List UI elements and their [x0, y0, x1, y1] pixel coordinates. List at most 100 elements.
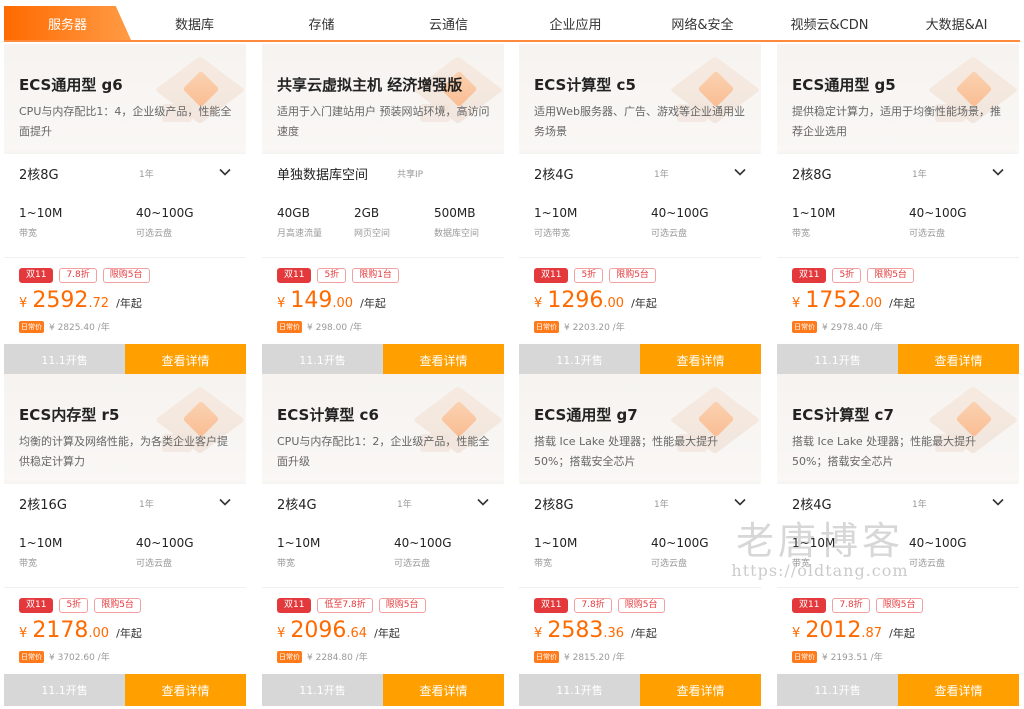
config-selector[interactable]: 2核8G 1年	[519, 484, 761, 522]
spec-list: 1~10M 可选带宽 40~100G 可选云盘	[519, 192, 761, 258]
sale-start-button[interactable]: 11.1开售	[519, 344, 640, 376]
product-description: 搭载 Ice Lake 处理器；性能最大提升50%；搭载安全芯片	[534, 435, 719, 468]
product-description: 提供稳定计算力，适用于均衡性能场景，推荐企业选用	[792, 105, 1001, 138]
price-unit: /年起	[374, 627, 400, 640]
product-description: 适用Web服务器、广告、游戏等企业通用业务场景	[534, 105, 745, 138]
view-details-button[interactable]: 查看详情	[898, 344, 1019, 376]
product-description: 搭载 Ice Lake 处理器；性能最大提升50%；搭载安全芯片	[792, 435, 977, 468]
original-price: 日常价 ¥ 2193.51 /年	[792, 650, 883, 663]
chevron-down-icon[interactable]	[218, 495, 232, 509]
price-decimal: .87	[861, 626, 883, 641]
config-selector[interactable]: 2核4G 1年	[777, 484, 1019, 522]
tab-0[interactable]: 服务器	[4, 6, 131, 40]
product-card: ECS计算型 c7 搭载 Ice Lake 处理器；性能最大提升50%；搭载安全…	[777, 374, 1019, 706]
sale-start-button[interactable]: 11.1开售	[4, 674, 125, 706]
original-price-tag: 日常价	[277, 320, 302, 333]
sale-start-button[interactable]: 11.1开售	[262, 674, 383, 706]
config-period: 1年	[139, 499, 154, 510]
chevron-down-icon[interactable]	[991, 495, 1005, 509]
spec-list: 1~10M 带宽 40~100G 可选云盘	[262, 522, 504, 588]
spec-item: 40GB 月高速流量	[277, 206, 322, 239]
chevron-down-icon[interactable]	[218, 165, 232, 179]
category-tabs: 服务器 数据库 存储 云通信 企业应用 网络&安全 视频云&CDN 大数据&AI	[4, 6, 1020, 42]
chevron-down-icon[interactable]	[991, 165, 1005, 179]
original-price: 日常价 ¥ 298.00 /年	[277, 320, 362, 333]
spec-label: 可选云盘	[651, 229, 688, 239]
promo-badge: 7.8折	[574, 598, 612, 613]
view-details-button[interactable]: 查看详情	[640, 674, 761, 706]
promo-badge: 5折	[59, 598, 89, 613]
spec-value: 1~10M	[792, 536, 836, 550]
price-decimal: .72	[88, 296, 110, 311]
view-details-button[interactable]: 查看详情	[125, 344, 246, 376]
promo-badge: 双11	[534, 268, 569, 283]
spec-item: 500MB 数据库空间	[434, 206, 479, 239]
spec-item: 40~100G 可选云盘	[651, 206, 709, 239]
view-details-button[interactable]: 查看详情	[125, 674, 246, 706]
config-selector[interactable]: 2核4G 1年	[519, 154, 761, 192]
tab-5[interactable]: 网络&安全	[639, 6, 766, 40]
promo-badge: 限购1台	[352, 268, 399, 283]
view-details-button[interactable]: 查看详情	[898, 674, 1019, 706]
chevron-down-icon[interactable]	[476, 495, 490, 509]
original-price-tag: 日常价	[19, 650, 44, 663]
spec-list: 40GB 月高速流量 2GB 网页空间 500MB 数据库空间	[262, 192, 504, 258]
spec-item: 1~10M 带宽	[19, 206, 62, 239]
sale-start-button[interactable]: 11.1开售	[777, 674, 898, 706]
promo-badge: 双11	[19, 268, 54, 283]
chevron-down-icon[interactable]	[733, 165, 747, 179]
spec-list: 1~10M 带宽 40~100G 可选云盘	[777, 522, 1019, 588]
view-details-button[interactable]: 查看详情	[383, 344, 504, 376]
view-details-button[interactable]: 查看详情	[383, 674, 504, 706]
promo-badge: 双11	[19, 598, 54, 613]
spec-label: 带宽	[19, 559, 38, 569]
badge-row: 双11 5折 限购5台	[19, 598, 141, 613]
original-price-tag: 日常价	[534, 650, 559, 663]
tab-3[interactable]: 云通信	[385, 6, 512, 40]
config-value: 2核4G	[277, 497, 317, 513]
promo-badge: 低至7.8折	[317, 598, 373, 613]
spec-label: 带宽	[19, 229, 38, 239]
config-selector[interactable]: 2核16G 1年	[4, 484, 246, 522]
original-price-value: ¥ 2193.51 /年	[822, 653, 883, 663]
sale-start-button[interactable]: 11.1开售	[519, 674, 640, 706]
price-area: 双11 5折 限购5台 ¥ 2178.00 /年起 日常价 ¥ 3702.60 /年	[4, 588, 246, 672]
badge-row: 双11 低至7.8折 限购5台	[277, 598, 426, 613]
original-price: 日常价 ¥ 2203.20 /年	[534, 320, 625, 333]
tab-1[interactable]: 数据库	[131, 6, 258, 40]
spec-label: 可选云盘	[394, 559, 431, 569]
sale-start-button[interactable]: 11.1开售	[4, 344, 125, 376]
promo-badge: 双11	[792, 268, 827, 283]
tab-4[interactable]: 企业应用	[512, 6, 639, 40]
chevron-down-icon[interactable]	[733, 495, 747, 509]
spec-value: 40~100G	[909, 206, 967, 220]
original-price-tag: 日常价	[19, 320, 44, 333]
price-integer: 2592	[32, 288, 89, 313]
product-title: ECS计算型 c6	[277, 406, 379, 424]
product-title: ECS通用型 g7	[534, 406, 638, 424]
sale-start-button[interactable]: 11.1开售	[777, 344, 898, 376]
sale-start-button[interactable]: 11.1开售	[262, 344, 383, 376]
view-details-button[interactable]: 查看详情	[640, 344, 761, 376]
config-period: 1年	[654, 499, 669, 510]
config-selector[interactable]: 2核4G 1年	[262, 484, 504, 522]
currency-symbol: ¥	[277, 296, 286, 311]
tab-2[interactable]: 存储	[258, 6, 385, 40]
product-description: CPU与内存配比1：4，企业级产品，性能全面提升	[19, 105, 232, 138]
config-selector[interactable]: 2核8G 1年	[777, 154, 1019, 192]
promo-badge: 7.8折	[59, 268, 97, 283]
promo-badge: 5折	[574, 268, 604, 283]
price-decimal: .00	[332, 296, 354, 311]
original-price: 日常价 ¥ 2284.80 /年	[277, 650, 368, 663]
price-area: 双11 7.8折 限购5台 ¥ 2592.72 /年起 日常价 ¥ 2825.40 …	[4, 258, 246, 342]
spec-label: 可选带宽	[534, 229, 571, 239]
product-card: ECS通用型 g5 提供稳定计算力，适用于均衡性能场景，推荐企业选用 2核8G …	[777, 44, 1019, 376]
price-integer: 149	[290, 288, 333, 313]
config-selector[interactable]: 2核8G 1年	[4, 154, 246, 192]
tab-6[interactable]: 视频云&CDN	[766, 6, 893, 40]
promo-badge: 5折	[832, 268, 862, 283]
original-price: 日常价 ¥ 2978.40 /年	[792, 320, 883, 333]
tab-7[interactable]: 大数据&AI	[893, 6, 1020, 40]
spec-item: 1~10M 可选带宽	[534, 206, 577, 239]
spec-label: 带宽	[277, 559, 296, 569]
